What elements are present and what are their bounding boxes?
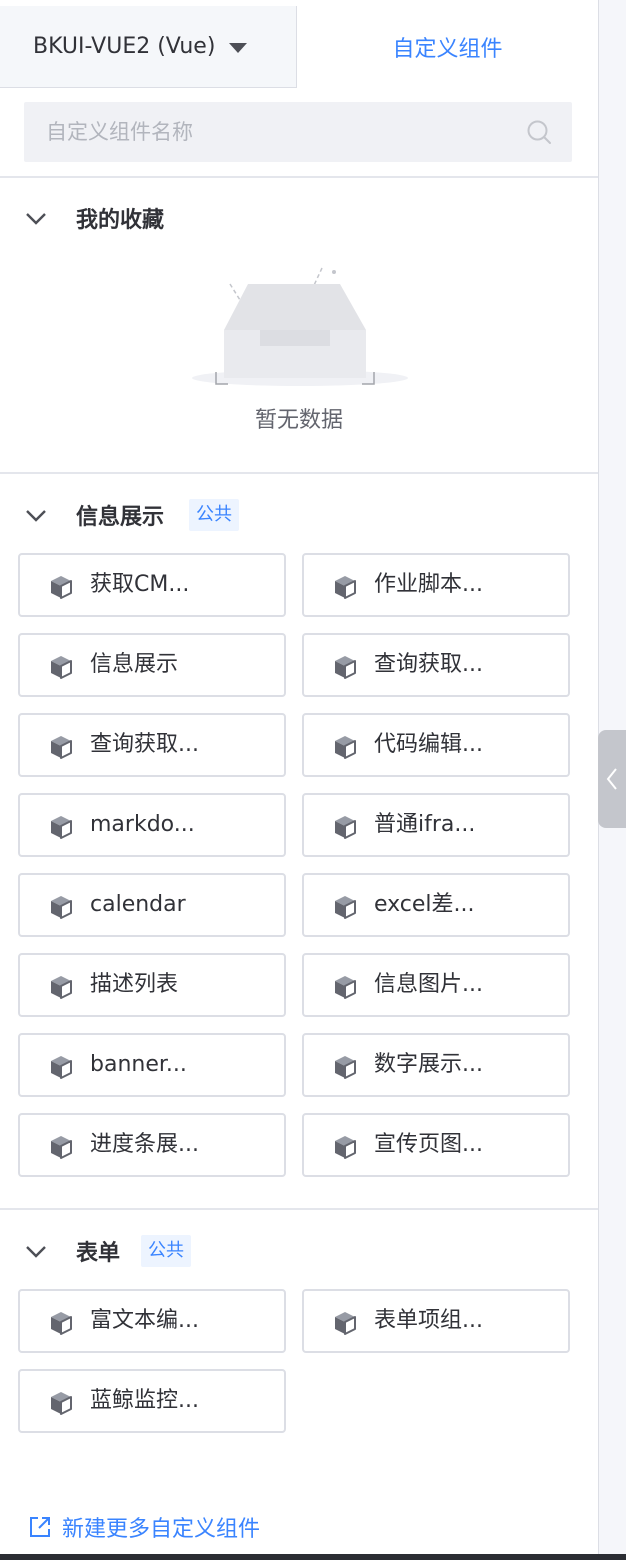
cube-icon (335, 1312, 356, 1335)
search-box (24, 102, 572, 162)
cube-icon (335, 1056, 356, 1079)
component-card-label: 普通ifra... (374, 812, 476, 837)
form-group-title: 表单 (76, 1241, 121, 1266)
component-card-label: banner... (90, 1052, 187, 1077)
divider (0, 176, 598, 178)
divider (0, 472, 598, 474)
component-card[interactable]: 描述列表 (18, 953, 286, 1017)
component-card[interactable]: 信息展示 (18, 633, 286, 697)
component-card[interactable]: 获取CM... (18, 553, 286, 617)
public-tag: 公共 (141, 1235, 191, 1267)
chevron-down-icon[interactable] (24, 206, 48, 230)
component-card[interactable]: excel差... (302, 873, 570, 937)
divider (0, 1208, 598, 1210)
chevron-left-icon (606, 768, 617, 790)
cube-icon (51, 976, 72, 999)
tab-custom-components-label: 自定义组件 (392, 37, 503, 62)
cube-icon (51, 1136, 72, 1159)
create-more-components-link[interactable]: 新建更多自定义组件 (28, 1510, 260, 1544)
cube-icon (335, 656, 356, 679)
component-panel: BKUI-VUE2 (Vue) 自定义组件 我的收藏 暂无数据 (0, 0, 599, 1556)
component-card[interactable]: markdo... (18, 793, 286, 857)
cube-icon (335, 736, 356, 759)
info-group-header[interactable]: 信息展示 公共 (0, 491, 598, 539)
component-card-label: markdo... (90, 812, 195, 837)
component-card-label: 查询获取... (90, 732, 199, 757)
component-card[interactable]: 普通ifra... (302, 793, 570, 857)
search-input[interactable] (24, 102, 572, 162)
search-icon[interactable] (526, 119, 552, 145)
component-card-label: 数字展示... (374, 1052, 483, 1077)
external-link-icon (30, 1517, 50, 1537)
component-card-label: 查询获取... (374, 652, 483, 677)
component-card[interactable]: calendar (18, 873, 286, 937)
component-card-label: 获取CM... (90, 572, 190, 597)
component-card-label: 代码编辑... (374, 732, 483, 757)
public-tag: 公共 (189, 499, 239, 531)
form-group-header[interactable]: 表单 公共 (0, 1227, 598, 1275)
cube-icon (51, 1056, 72, 1079)
component-card-label: 表单项组... (374, 1308, 483, 1333)
caret-down-icon (229, 42, 248, 53)
component-card[interactable]: banner... (18, 1033, 286, 1097)
component-card[interactable]: 代码编辑... (302, 713, 570, 777)
component-card[interactable]: 查询获取... (302, 633, 570, 697)
tab-custom-components[interactable]: 自定义组件 (297, 6, 598, 88)
component-card[interactable]: 表单项组... (302, 1289, 570, 1353)
component-card-label: 进度条展... (90, 1132, 199, 1157)
component-card-label: 描述列表 (90, 972, 179, 997)
component-card-label: 宣传页图... (374, 1132, 483, 1157)
cube-icon (335, 576, 356, 599)
cube-icon (335, 816, 356, 839)
favorites-group-header[interactable]: 我的收藏 (0, 194, 598, 242)
empty-state-text: 暂无数据 (254, 408, 343, 433)
component-card-label: 蓝鲸监控... (90, 1388, 199, 1413)
component-card-label: excel差... (374, 892, 475, 917)
window-bottom-edge (0, 1554, 626, 1560)
chevron-down-icon[interactable] (24, 1239, 48, 1263)
cube-icon (51, 576, 72, 599)
cube-icon (51, 656, 72, 679)
cube-icon (51, 1312, 72, 1335)
component-card[interactable]: 查询获取... (18, 713, 286, 777)
cube-icon (51, 736, 72, 759)
cube-icon (335, 1136, 356, 1159)
component-card-label: 信息图片... (374, 972, 483, 997)
chevron-down-icon[interactable] (24, 503, 48, 527)
component-card-label: calendar (90, 892, 186, 917)
component-card[interactable]: 宣传页图... (302, 1113, 570, 1177)
component-card-label: 富文本编... (90, 1308, 199, 1333)
library-selector-label: BKUI-VUE2 (Vue) (33, 34, 216, 59)
component-card-label: 作业脚本... (374, 572, 483, 597)
cube-icon (51, 1392, 72, 1415)
component-card[interactable]: 富文本编... (18, 1289, 286, 1353)
cube-icon (335, 976, 356, 999)
component-card[interactable]: 蓝鲸监控... (18, 1369, 286, 1433)
info-group-title: 信息展示 (76, 505, 165, 530)
component-card[interactable]: 作业脚本... (302, 553, 570, 617)
component-card[interactable]: 进度条展... (18, 1113, 286, 1177)
cube-icon (51, 896, 72, 919)
cube-icon (335, 896, 356, 919)
component-card[interactable]: 数字展示... (302, 1033, 570, 1097)
component-card[interactable]: 信息图片... (302, 953, 570, 1017)
collapse-panel-button[interactable] (598, 730, 626, 828)
cube-icon (51, 816, 72, 839)
create-more-components-label: 新建更多自定义组件 (62, 1517, 261, 1542)
panel-tabs: BKUI-VUE2 (Vue) 自定义组件 (0, 6, 598, 88)
library-selector-tab[interactable]: BKUI-VUE2 (Vue) (0, 6, 297, 88)
component-card-label: 信息展示 (90, 652, 179, 677)
favorites-group-title: 我的收藏 (76, 208, 165, 233)
